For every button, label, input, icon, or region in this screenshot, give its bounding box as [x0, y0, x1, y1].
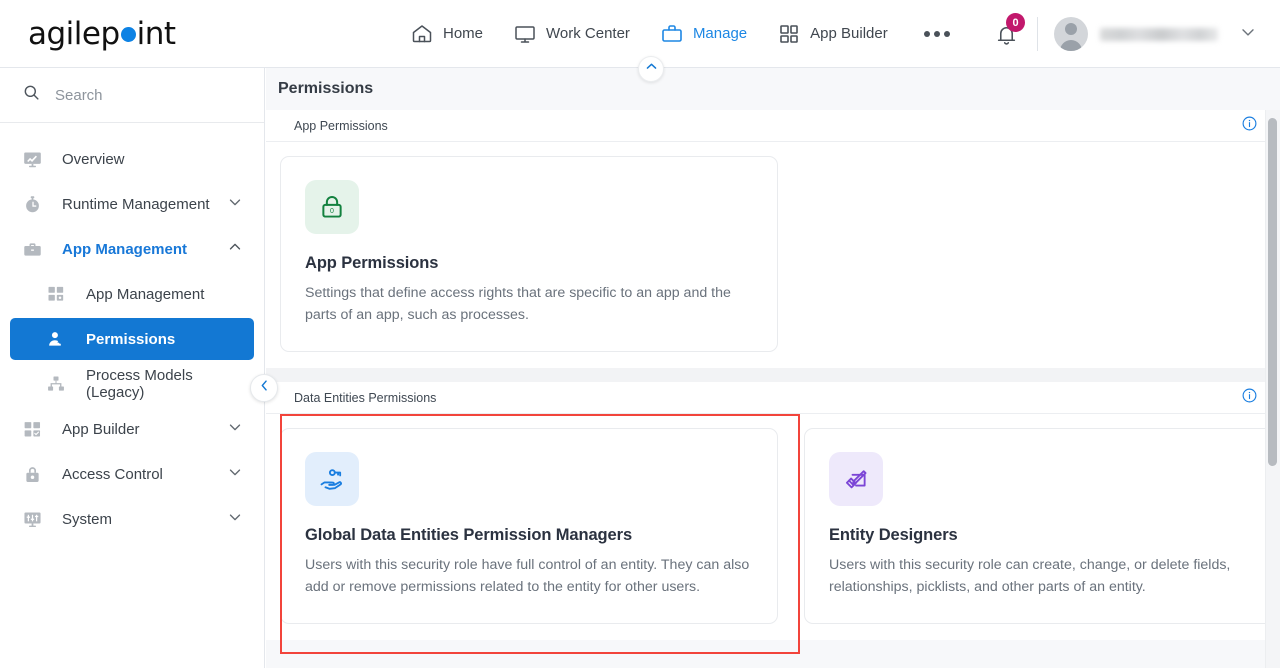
sliders-icon	[22, 509, 48, 530]
card-title: Entity Designers	[829, 526, 958, 544]
section-divider	[266, 368, 1280, 382]
sidebar-item-process-models-legacy[interactable]: Process Models (Legacy)	[10, 363, 254, 405]
card-app-permissions[interactable]: 0 App Permissions Settings that define a…	[280, 156, 778, 352]
page-title: Permissions	[278, 80, 374, 97]
sidebar-item-overview[interactable]: Overview	[10, 138, 254, 180]
sidebar-nav-list: Overview Runtime Management App Manageme…	[0, 123, 264, 540]
grid-icon	[777, 22, 801, 46]
sidebar-item-app-management-group-label: App Management	[62, 240, 188, 258]
card-title: Global Data Entities Permission Managers	[305, 526, 633, 544]
sidebar-item-overview-label: Overview	[62, 150, 125, 168]
page-collapse-button[interactable]	[638, 56, 664, 82]
scrollbar-thumb[interactable]	[1268, 118, 1277, 466]
nav-item-home[interactable]: Home	[410, 22, 483, 46]
top-nav-items: Home Work Center Manage App Builder	[410, 22, 950, 46]
divider	[1037, 17, 1038, 51]
avatar[interactable]	[1054, 17, 1088, 51]
sidebar-item-app-management-group[interactable]: App Management	[10, 228, 254, 270]
app-logo[interactable]: agilep int	[0, 0, 270, 68]
grid-apps-icon	[46, 284, 72, 304]
nav-item-work-center[interactable]: Work Center	[513, 22, 630, 46]
logo-text-before: agilep	[28, 15, 120, 52]
sidebar-item-runtime-management-label: Runtime Management	[62, 195, 210, 213]
sidebar: Overview Runtime Management App Manageme…	[0, 68, 278, 668]
chevron-down-icon	[226, 193, 244, 216]
nav-item-app-builder[interactable]: App Builder	[777, 22, 888, 46]
sidebar-item-process-models-legacy-label: Process Models (Legacy)	[86, 367, 193, 401]
logo-text: agilep int	[28, 16, 176, 52]
card-title: App Permissions	[305, 254, 439, 272]
info-icon[interactable]	[1241, 115, 1258, 137]
notification-badge: 0	[1006, 13, 1025, 32]
lock-permission-icon: 0	[305, 180, 359, 234]
hierarchy-icon	[46, 374, 72, 394]
card-global-data-entities-permission-managers[interactable]: Global Data Entities Permission Managers…	[280, 428, 778, 624]
notifications-button[interactable]: 0	[983, 13, 1029, 54]
user-key-icon	[46, 329, 72, 350]
sidebar-item-permissions[interactable]: Permissions	[10, 318, 254, 360]
sidebar-item-system-label: System	[62, 510, 113, 528]
main-content: Permissions App Permissions 0 App Permis…	[266, 56, 1280, 668]
section-header-data-entities-permissions: Data Entities Permissions	[266, 382, 1280, 414]
search-icon	[22, 83, 41, 107]
svg-text:0: 0	[330, 208, 334, 215]
sidebar-item-app-builder-label: App Builder	[62, 420, 140, 438]
chevron-up-icon	[644, 59, 659, 79]
page-header: Permissions	[266, 68, 1280, 110]
nav-item-work-center-label: Work Center	[546, 25, 630, 42]
top-bar-right: 0	[983, 0, 1280, 68]
nav-item-app-builder-label: App Builder	[810, 25, 888, 42]
more-options-icon[interactable]	[923, 30, 950, 37]
sidebar-item-app-management[interactable]: App Management	[10, 273, 254, 315]
top-navigation-bar: agilep int Home Work Center Manage App B…	[0, 0, 1280, 68]
info-icon[interactable]	[1241, 387, 1258, 409]
chevron-up-icon	[226, 238, 244, 261]
briefcase-icon	[22, 239, 48, 260]
monitor-icon	[513, 22, 537, 46]
card-description: Settings that define access rights that …	[305, 285, 731, 324]
sidebar-collapse-button[interactable]	[250, 374, 278, 402]
chevron-down-icon	[226, 508, 244, 531]
sidebar-item-access-control-label: Access Control	[62, 465, 163, 483]
search-input[interactable]	[55, 86, 235, 104]
nav-item-home-label: Home	[443, 25, 484, 42]
section-title: App Permissions	[294, 118, 388, 133]
card-description: Users with this security role can create…	[829, 557, 1231, 596]
sidebar-item-system[interactable]: System	[10, 498, 254, 540]
stopwatch-icon	[22, 194, 48, 215]
card-description: Users with this security role have full …	[305, 557, 750, 596]
nav-item-manage-label: Manage	[692, 25, 748, 42]
sidebar-item-app-management-label: App Management	[86, 285, 205, 303]
design-tools-icon	[829, 452, 883, 506]
chevron-down-icon	[226, 418, 244, 441]
chevron-left-icon	[257, 378, 272, 398]
card-entity-designers[interactable]: Entity Designers Users with this securit…	[804, 428, 1280, 624]
chevron-down-icon	[226, 463, 244, 486]
logo-dot-icon	[120, 27, 136, 42]
sidebar-item-access-control[interactable]: Access Control	[10, 453, 254, 495]
sidebar-item-runtime-management[interactable]: Runtime Management	[10, 183, 254, 225]
scroll-area: App Permissions 0 App Permissions Settin…	[266, 110, 1280, 668]
nav-item-manage[interactable]: Manage	[660, 22, 747, 46]
card-row-data-entities-permissions: Global Data Entities Permission Managers…	[266, 414, 1280, 654]
section-title: Data Entities Permissions	[294, 390, 437, 405]
sidebar-item-app-builder[interactable]: App Builder	[10, 408, 254, 450]
briefcase-icon	[660, 22, 684, 46]
chevron-down-icon[interactable]	[1238, 22, 1258, 47]
user-name-label	[1100, 27, 1218, 41]
grid-check-icon	[22, 419, 48, 440]
section-header-app-permissions: App Permissions	[266, 110, 1280, 142]
lock-icon	[22, 464, 48, 485]
overview-chart-icon	[22, 149, 48, 170]
logo-text-after: int	[136, 15, 176, 52]
card-row-app-permissions: 0 App Permissions Settings that define a…	[266, 142, 1280, 368]
sidebar-item-permissions-label: Permissions	[86, 330, 176, 348]
home-icon	[410, 22, 434, 46]
search-row	[0, 68, 264, 123]
hand-key-icon	[305, 452, 359, 506]
